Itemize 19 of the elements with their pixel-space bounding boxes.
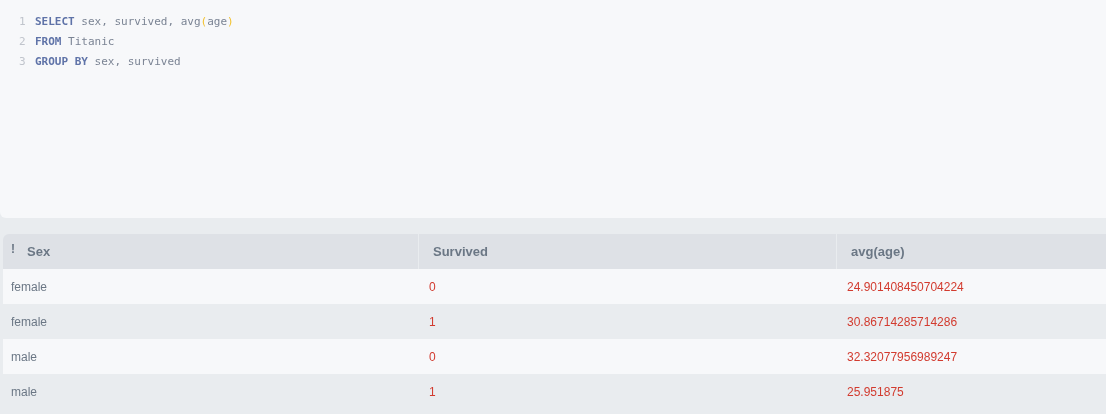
table-cell-text: 1 (428, 313, 437, 331)
column-header[interactable]: Sex (27, 241, 51, 262)
table-cell-text: 0 (428, 348, 437, 366)
table-cell-text: male (10, 383, 38, 401)
table-cell-text: female (10, 278, 49, 296)
table-cell-text: 32.32077956989247 (846, 348, 959, 366)
table-cell-text: male (10, 348, 38, 366)
sort-marker[interactable]: ! (11, 239, 15, 258)
code-line: GROUP BY sex, survived (35, 54, 181, 70)
column-header[interactable]: Survived (433, 241, 488, 262)
column-header[interactable]: avg(age) (851, 241, 905, 262)
code-line: SELECT sex, survived, avg(age) (35, 14, 234, 30)
table-cell-text: 30.86714285714286 (846, 313, 959, 331)
table-cell-text: 25.951875 (846, 383, 905, 401)
table-cell-text: 24.901408450704224 (846, 278, 965, 296)
code-line: FROM Titanic (35, 34, 115, 50)
table-cell-text: 0 (428, 278, 437, 296)
table-cell-text: female (10, 313, 49, 331)
table-cell-text: 1 (428, 383, 437, 401)
